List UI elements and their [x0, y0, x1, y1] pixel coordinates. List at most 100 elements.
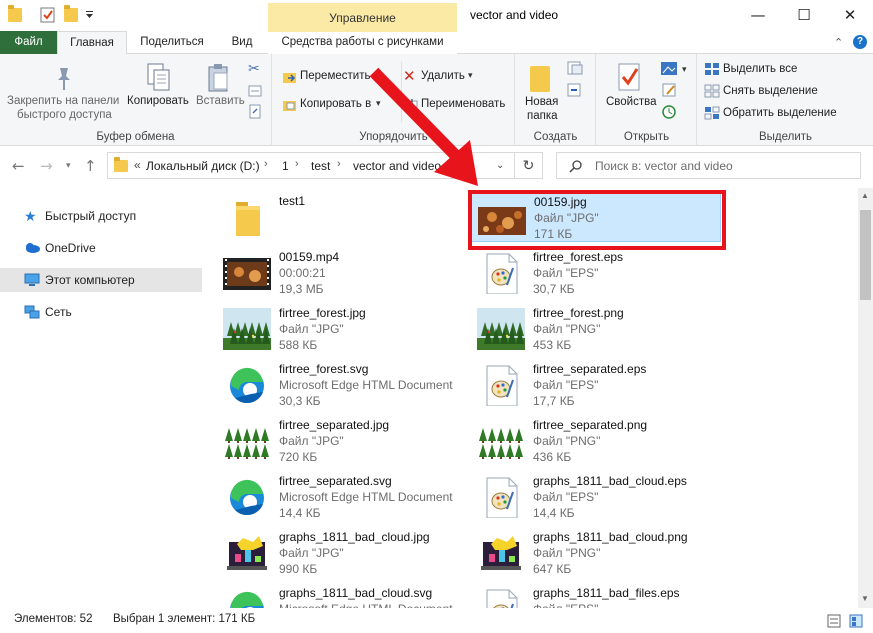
file-item[interactable]: 00159.mp4 00:00:21 19,3 МБ — [217, 246, 467, 298]
tab-home[interactable]: Главная — [57, 31, 127, 55]
select-none-button[interactable]: Снять выделение — [723, 85, 818, 97]
folder-thumbnail-icon — [223, 196, 271, 238]
file-item[interactable]: firtree_separated.eps Файл "EPS" 17,7 КБ — [471, 358, 721, 410]
paste-button[interactable]: Вставить — [196, 95, 245, 107]
crumb-test[interactable]: test — [311, 159, 330, 173]
file-item[interactable]: graphs_1811_bad_files.epsФайл "EPS" — [471, 582, 721, 608]
star-icon: ★ — [24, 208, 37, 224]
new-folder-label-2[interactable]: папка — [527, 110, 558, 122]
folder-icon — [8, 5, 22, 22]
graph-thumbnail-icon — [223, 532, 271, 574]
pin-button-label-1[interactable]: Закрепить на панели — [7, 95, 119, 107]
file-item[interactable]: graphs_1811_bad_cloud.eps Файл "EPS" 14,4 … — [471, 470, 721, 522]
scroll-down-icon[interactable]: ▼ — [861, 594, 869, 603]
file-size: 30,7 КБ — [533, 282, 575, 296]
file-type: Файл "JPG" — [279, 322, 344, 336]
nav-onedrive[interactable]: OneDrive — [0, 236, 202, 260]
invert-selection-button[interactable]: Обратить выделение — [723, 107, 837, 119]
tab-share[interactable]: Поделиться — [132, 31, 212, 54]
close-button[interactable]: ✕ — [827, 0, 873, 31]
crumb-drive[interactable]: Локальный диск (D:) — [146, 159, 260, 173]
move-to-icon — [283, 73, 296, 83]
search-box[interactable]: Поиск в: vector and video — [556, 152, 861, 179]
nav-onedrive-label: OneDrive — [45, 241, 96, 255]
file-size: 647 КБ — [533, 562, 572, 576]
copy-button[interactable]: Копировать — [127, 95, 189, 107]
forward-arrow-icon[interactable]: → — [40, 157, 53, 175]
trees-thumbnail-icon — [223, 420, 271, 462]
properties-button[interactable]: Свойства — [606, 96, 657, 108]
file-item[interactable]: firtree_forest.svg Microsoft Edge HTML Do… — [217, 358, 467, 410]
title-bar: Управление vector and video — ☐ ✕ — [0, 0, 873, 31]
file-item[interactable]: firtree_forest.jpg Файл "JPG" 588 КБ — [217, 302, 467, 354]
edit-icon[interactable] — [661, 82, 679, 98]
cut-icon[interactable]: ✂ — [248, 60, 260, 77]
context-tab-label: Управление — [329, 11, 396, 25]
scroll-thumb[interactable] — [860, 210, 871, 300]
graph-thumbnail-icon — [477, 532, 525, 574]
crumb-separator-icon: › — [264, 158, 268, 170]
edge-thumbnail-icon — [223, 364, 271, 406]
search-icon — [569, 160, 582, 173]
nav-quick-access[interactable]: ★ Быстрый доступ — [0, 204, 202, 228]
trees-thumbnail-icon — [477, 420, 525, 462]
file-name: firtree_forest.eps — [533, 250, 624, 264]
new-folder-label-1[interactable]: Новая — [525, 96, 558, 108]
tab-file[interactable]: Файл — [0, 31, 57, 54]
pin-button-label-2[interactable]: быстрого доступа — [17, 109, 112, 121]
file-item[interactable]: graphs_1811_bad_cloud.png Файл "PNG" 647 К… — [471, 526, 721, 578]
new-folder-icon — [530, 66, 550, 92]
paste-shortcut-icon[interactable] — [248, 104, 262, 120]
tiles-view-icon[interactable] — [849, 614, 863, 628]
file-item[interactable]: firtree_forest.png Файл "PNG" 453 КБ — [471, 302, 721, 354]
copy-path-icon[interactable] — [248, 84, 262, 98]
customize-toolbar-icon[interactable] — [85, 10, 95, 20]
new-item-icon[interactable] — [566, 60, 586, 76]
easy-access-icon[interactable] — [566, 82, 586, 98]
nav-this-pc[interactable]: Этот компьютер — [0, 268, 202, 292]
eps-thumbnail-icon — [477, 252, 525, 295]
invert-selection-icon — [704, 106, 720, 120]
history-icon[interactable] — [661, 104, 679, 120]
file-size: 588 КБ — [279, 338, 318, 352]
file-item[interactable]: graphs_1811_bad_cloud.jpg Файл "JPG" 990 К… — [217, 526, 467, 578]
recent-locations-icon[interactable]: ▾ — [66, 161, 71, 171]
properties-check-icon[interactable] — [40, 7, 56, 23]
file-item[interactable]: firtree_separated.svg Microsoft Edge HTML… — [217, 470, 467, 522]
minimize-button[interactable]: — — [735, 0, 781, 31]
explorer-window: Управление vector and video — ☐ ✕ Файл Г… — [0, 0, 873, 633]
group-clipboard: Закрепить на панели быстрого доступа Коп… — [0, 54, 272, 146]
vertical-scrollbar[interactable]: ▲ ▼ — [858, 188, 873, 608]
file-size: 436 КБ — [533, 450, 572, 464]
tab-view[interactable]: Вид — [222, 31, 262, 54]
file-item[interactable]: firtree_separated.jpg Файл "JPG" 720 КБ — [217, 414, 467, 466]
nav-network[interactable]: Сеть — [0, 300, 202, 324]
group-new: Новая папка Создать — [516, 54, 596, 146]
file-type: Файл "JPG" — [279, 546, 344, 560]
scroll-up-icon[interactable]: ▲ — [861, 191, 869, 200]
file-name: firtree_separated.jpg — [279, 418, 390, 432]
open-icon[interactable] — [660, 60, 680, 78]
file-item[interactable]: firtree_forest.eps Файл "EPS" 30,7 КБ — [471, 246, 721, 298]
up-arrow-icon[interactable]: ↑ — [84, 157, 97, 175]
refresh-icon[interactable]: ↻ — [515, 152, 543, 179]
crumb-1[interactable]: 1 — [282, 159, 289, 173]
back-arrow-icon[interactable]: ← — [12, 157, 25, 175]
select-all-button[interactable]: Выделить все — [723, 63, 797, 75]
file-name: graphs_1811_bad_cloud.svg — [279, 586, 433, 600]
tab-picture-tools[interactable]: Средства работы с рисунками — [268, 31, 457, 54]
file-item[interactable]: graphs_1811_bad_cloud.svgMicrosoft Edge … — [217, 582, 467, 608]
maximize-button[interactable]: ☐ — [781, 0, 827, 31]
file-type: Файл "EPS" — [533, 490, 599, 504]
computer-icon — [24, 273, 40, 286]
edge-thumbnail-icon — [223, 588, 271, 608]
open-dropdown-icon[interactable]: ▾ — [682, 64, 687, 75]
ribbon-tabs: Файл Главная Поделиться Вид Средства раб… — [0, 31, 873, 55]
file-item[interactable]: firtree_separated.png Файл "PNG" 436 КБ — [471, 414, 721, 466]
address-chevron[interactable]: « — [134, 158, 141, 172]
new-folder-quick-icon[interactable] — [64, 5, 78, 22]
eps-thumbnail-icon — [477, 588, 525, 608]
collapse-ribbon-icon[interactable]: ⌃ — [834, 36, 843, 49]
details-view-icon[interactable] — [827, 614, 841, 628]
help-icon[interactable]: ? — [853, 35, 867, 49]
